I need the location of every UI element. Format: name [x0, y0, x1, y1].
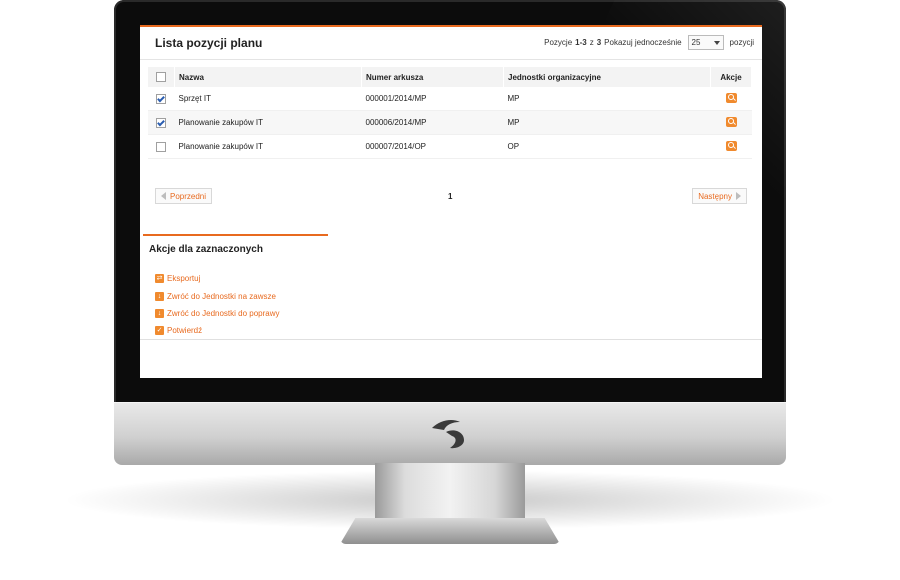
- confirm-action[interactable]: ✓ Potwierdź: [155, 326, 202, 335]
- monitor-stand-base: [340, 518, 560, 544]
- previous-page-button[interactable]: Poprzedni: [155, 188, 213, 204]
- table-row: Planowanie zakupów IT 000007/2014/OP OP: [148, 134, 752, 159]
- table-row: Planowanie zakupów IT 000006/2014/MP MP: [148, 110, 752, 135]
- row-unit: OP: [503, 134, 711, 159]
- view-magnifier-icon[interactable]: [725, 92, 737, 103]
- previous-label: Poprzedni: [170, 191, 207, 201]
- table-header-row: Nazwa Numer arkusza Jednostki organizacy…: [148, 67, 752, 87]
- row-unit: MP: [503, 110, 711, 135]
- return-for-correction-action[interactable]: ↓ Zwróć do Jednostki do poprawy: [155, 309, 280, 318]
- next-label: Następny: [698, 191, 732, 201]
- brand-logo-icon: [432, 420, 464, 449]
- bottom-divider: [140, 339, 762, 340]
- positions-table: Nazwa Numer arkusza Jednostki organizacy…: [148, 67, 752, 159]
- actions-divider: [143, 234, 328, 236]
- check-icon: ✓: [155, 326, 164, 335]
- row-sheet-number: 000006/2014/MP: [361, 110, 504, 135]
- row-checkbox[interactable]: [156, 93, 167, 104]
- arrow-left-icon: [161, 192, 166, 200]
- screen: Lista pozycji planu Pozycje 1-3 z 3 Poka…: [140, 25, 762, 378]
- positions-range: 1-3: [575, 38, 587, 47]
- next-page-button[interactable]: Następny: [692, 188, 747, 204]
- export-label: Eksportuj: [167, 274, 201, 283]
- show-label: Pokazuj jednocześnie: [604, 38, 682, 47]
- positions-total: 3: [596, 38, 602, 47]
- return-forever-action[interactable]: ↓ Zwróć do Jednostki na zawsze: [155, 292, 276, 301]
- column-header-sheet[interactable]: Numer arkusza: [361, 67, 504, 87]
- page-size-select[interactable]: 25: [687, 35, 724, 50]
- positions-label: Pozycje: [544, 38, 573, 47]
- page-title: Lista pozycji planu: [155, 36, 263, 50]
- return-correction-label: Zwróć do Jednostki do poprawy: [167, 309, 280, 318]
- return-forever-label: Zwróć do Jednostki na zawsze: [167, 292, 276, 301]
- view-magnifier-icon[interactable]: [725, 116, 737, 127]
- return-down-icon: ↓: [155, 292, 164, 301]
- row-unit: MP: [503, 87, 711, 111]
- return-down-icon: ↓: [155, 309, 164, 318]
- positions-suffix: pozycji: [729, 38, 754, 47]
- row-checkbox[interactable]: [156, 117, 167, 128]
- column-header-name[interactable]: Nazwa: [174, 67, 362, 87]
- export-icon: ⇄: [155, 274, 164, 283]
- row-checkbox[interactable]: [156, 141, 167, 152]
- column-header-actions: Akcje: [710, 67, 752, 87]
- view-magnifier-icon[interactable]: [725, 140, 737, 151]
- row-name: Sprzęt IT: [174, 87, 362, 111]
- export-action[interactable]: ⇄ Eksportuj: [155, 274, 200, 283]
- row-name: Planowanie zakupów IT: [174, 134, 362, 159]
- monitor-stand-neck: [375, 463, 525, 521]
- pagination-summary: Pozycje 1-3 z 3 Pokazuj jednocześnie 25 …: [544, 35, 754, 50]
- chevron-down-icon: [713, 40, 720, 45]
- column-header-unit[interactable]: Jednostki organizacyjne: [503, 67, 711, 87]
- actions-title: Akcje dla zaznaczonych: [149, 244, 263, 255]
- row-name: Planowanie zakupów IT: [174, 110, 362, 135]
- list-header: Lista pozycji planu Pozycje 1-3 z 3 Poka…: [140, 27, 762, 60]
- page-size-value: 25: [691, 38, 701, 47]
- current-page-number[interactable]: 1: [448, 192, 452, 201]
- row-sheet-number: 000007/2014/OP: [361, 134, 504, 159]
- of-label: z: [589, 38, 594, 47]
- select-all-checkbox[interactable]: [156, 72, 166, 82]
- confirm-label: Potwierdź: [167, 326, 203, 335]
- arrow-right-icon: [736, 192, 741, 200]
- table-row: Sprzęt IT 000001/2014/MP MP: [148, 87, 752, 111]
- row-sheet-number: 000001/2014/MP: [361, 87, 504, 111]
